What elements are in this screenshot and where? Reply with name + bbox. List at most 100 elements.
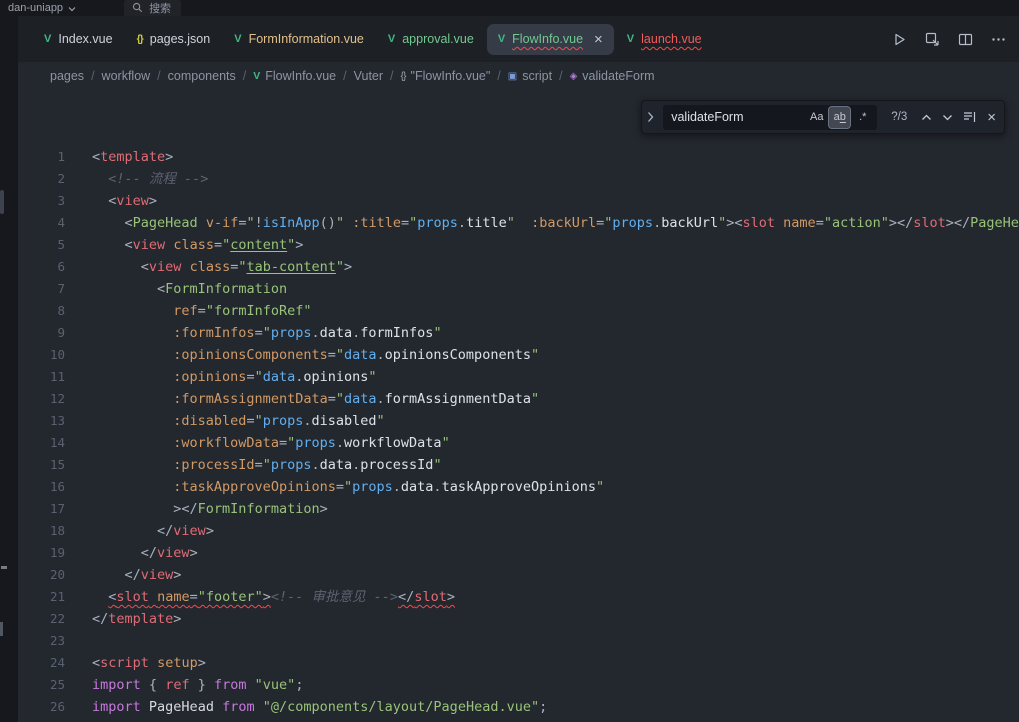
- code-line-25[interactable]: 25import { ref } from "vue";: [18, 674, 1019, 696]
- chevron-down-icon: [942, 114, 953, 121]
- breadcrumb-item-validateform[interactable]: ◈validateForm: [570, 69, 655, 83]
- breadcrumb-item-flowinfo-vue[interactable]: VFlowInfo.vue: [253, 69, 336, 83]
- code-editor[interactable]: Aa ab .* ?/3 ×: [18, 90, 1019, 722]
- code-line-22[interactable]: 22</template>: [18, 608, 1019, 630]
- line-number: 1: [18, 146, 65, 168]
- code-line-10[interactable]: 10 :opinionsComponents="data.opinionsCom…: [18, 344, 1019, 366]
- run-button[interactable]: [890, 30, 908, 48]
- breadcrumb-item-vuter[interactable]: Vuter: [354, 69, 383, 83]
- tab-flowinfo-vue[interactable]: VFlowInfo.vue×: [487, 24, 614, 55]
- line-number: 12: [18, 388, 65, 410]
- code-line-12[interactable]: 12 :formAssignmentData="data.formAssignm…: [18, 388, 1019, 410]
- code-line-19[interactable]: 19 </view>: [18, 542, 1019, 564]
- breadcrumb-separator: /: [243, 69, 246, 83]
- breadcrumb-separator: /: [497, 69, 500, 83]
- activity-strip-handle[interactable]: [0, 190, 4, 214]
- code-line-17[interactable]: 17 ></FormInformation>: [18, 498, 1019, 520]
- tab-pages-json[interactable]: {}pages.json: [126, 24, 222, 55]
- line-number: 21: [18, 586, 65, 608]
- breadcrumb-item-pages[interactable]: pages: [50, 69, 84, 83]
- breadcrumb-item--flowinfo-vue-[interactable]: {} "FlowInfo.vue": [401, 69, 491, 83]
- code-text: :processId="props.data.processId": [92, 457, 442, 473]
- tab-approval-vue[interactable]: Vapproval.vue: [377, 24, 485, 55]
- breadcrumb-label: workflow: [102, 69, 151, 83]
- code-text: import PageHead from "@/components/layou…: [92, 699, 547, 715]
- line-number: 9: [18, 322, 65, 344]
- breadcrumb-separator: /: [157, 69, 160, 83]
- more-actions-button[interactable]: [989, 30, 1007, 48]
- close-tab-icon[interactable]: ×: [594, 32, 603, 47]
- find-input[interactable]: [671, 110, 804, 124]
- line-number: 3: [18, 190, 65, 212]
- code-line-11[interactable]: 11 :opinions="data.opinions": [18, 366, 1019, 388]
- whole-word-button[interactable]: ab: [829, 107, 850, 128]
- line-number: 23: [18, 630, 65, 652]
- next-match-button[interactable]: [942, 114, 953, 121]
- code-line-26[interactable]: 26import PageHead from "@/components/lay…: [18, 696, 1019, 718]
- code-text: <script setup>: [92, 655, 206, 671]
- breadcrumb-item-workflow[interactable]: workflow: [102, 69, 151, 83]
- code-text: <template>: [92, 149, 173, 165]
- code-line-7[interactable]: 7 <FormInformation: [18, 278, 1019, 300]
- line-number: 4: [18, 212, 65, 234]
- line-number: 7: [18, 278, 65, 300]
- run-dev-button[interactable]: [923, 30, 941, 48]
- regex-button[interactable]: .*: [852, 107, 873, 128]
- activity-strip[interactable]: [0, 16, 18, 722]
- breadcrumb-separator: /: [91, 69, 94, 83]
- vue-file-icon: V: [498, 34, 505, 45]
- breadcrumb-separator: /: [559, 69, 562, 83]
- code-line-15[interactable]: 15 :processId="props.data.processId": [18, 454, 1019, 476]
- toggle-replace-button[interactable]: [647, 111, 654, 123]
- selection-icon: [963, 111, 977, 123]
- code-line-24[interactable]: 24 <script setup>: [18, 652, 1019, 674]
- code-line-13[interactable]: 13 :disabled="props.disabled": [18, 410, 1019, 432]
- match-case-button[interactable]: Aa: [806, 107, 827, 128]
- code-line-2[interactable]: 2 <!-- 流程 -->: [18, 168, 1019, 190]
- code-line-6[interactable]: 6 <view class="tab-content">: [18, 256, 1019, 278]
- code-line-4[interactable]: 4 <PageHead v-if="!isInApp()" :title="pr…: [18, 212, 1019, 234]
- line-number: 24: [18, 652, 65, 674]
- breadcrumb-label: validateForm: [582, 69, 654, 83]
- breadcrumb-item-script[interactable]: ▣script: [508, 69, 552, 83]
- breadcrumb-label: FlowInfo.vue: [265, 69, 336, 83]
- tab-label: launch.vue: [641, 32, 701, 46]
- code-text: </view>: [92, 567, 181, 583]
- code-line-20[interactable]: 20 </view>: [18, 564, 1019, 586]
- code-line-8[interactable]: 8 ref="formInfoRef": [18, 300, 1019, 322]
- code-line-14[interactable]: 14 :workflowData="props.workflowData": [18, 432, 1019, 454]
- code-text: :disabled="props.disabled": [92, 413, 385, 429]
- braces-icon: {}: [401, 70, 406, 82]
- code-line-5[interactable]: 5 <view class="content">: [18, 234, 1019, 256]
- code-line-21[interactable]: 21 <slot name="footer"><!-- 审批意见 --></sl…: [18, 586, 1019, 608]
- breadcrumb-label: Vuter: [354, 69, 383, 83]
- breadcrumb-item-components[interactable]: components: [168, 69, 236, 83]
- line-number: 14: [18, 432, 65, 454]
- code-line-16[interactable]: 16 :taskApproveOpinions="props.data.task…: [18, 476, 1019, 498]
- line-number: 13: [18, 410, 65, 432]
- tab-forminformation-vue[interactable]: VFormInformation.vue: [223, 24, 375, 55]
- find-in-selection-button[interactable]: [963, 111, 977, 123]
- code-text: ref="formInfoRef": [92, 303, 311, 319]
- code-line-3[interactable]: 3 <view>: [18, 190, 1019, 212]
- project-menu[interactable]: dan-uniapp: [2, 2, 82, 14]
- previous-match-button[interactable]: [921, 114, 932, 121]
- tab-launch-vue[interactable]: Vlaunch.vue: [616, 24, 713, 55]
- global-search[interactable]: 搜索: [124, 0, 181, 18]
- tab-label: approval.vue: [402, 32, 474, 46]
- run-icon: [892, 32, 907, 47]
- code-line-9[interactable]: 9 :formInfos="props.data.formInfos": [18, 322, 1019, 344]
- code-text: </view>: [92, 523, 214, 539]
- code-line-1[interactable]: 1 <template>: [18, 146, 1019, 168]
- split-editor-button[interactable]: [956, 30, 974, 48]
- symbol-module-icon: ▣: [508, 71, 517, 82]
- split-editor-icon: [958, 32, 973, 47]
- code-line-23[interactable]: 23: [18, 630, 1019, 652]
- tab-label: Index.vue: [58, 32, 112, 46]
- chevron-up-icon: [921, 114, 932, 121]
- close-find-button[interactable]: ×: [987, 109, 996, 126]
- tab-index-vue[interactable]: VIndex.vue: [33, 24, 124, 55]
- code-line-18[interactable]: 18 </view>: [18, 520, 1019, 542]
- breadcrumb-label: "FlowInfo.vue": [411, 69, 491, 83]
- code-text: :workflowData="props.workflowData": [92, 435, 450, 451]
